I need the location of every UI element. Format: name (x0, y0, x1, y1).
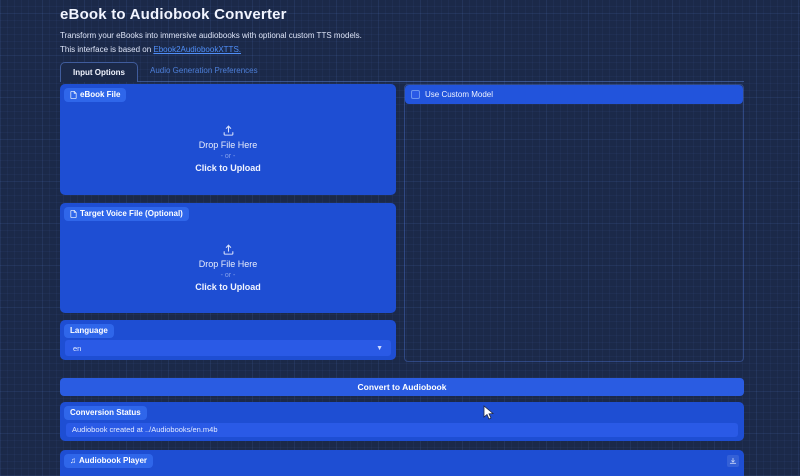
tab-content: eBook File Drop File Here - or - Click t… (60, 84, 744, 362)
file-icon (70, 210, 77, 218)
file-icon (70, 91, 77, 99)
language-panel: Language en ▼ (60, 320, 396, 360)
page-title: eBook to Audiobook Converter (60, 6, 287, 23)
credit-prefix: This interface is based on (60, 45, 153, 54)
music-note-icon: ♫ (70, 457, 76, 465)
conversion-status-value[interactable]: Audiobook created at ../Audiobooks/en.m4… (66, 423, 738, 437)
page-subtitle: Transform your eBooks into immersive aud… (60, 31, 362, 40)
drop-file-here-text: Drop File Here (199, 140, 258, 150)
voice-file-dropzone[interactable]: Drop File Here - or - Click to Upload (60, 221, 396, 313)
drop-or-text: - or - (221, 153, 236, 160)
download-button[interactable] (727, 455, 739, 467)
click-to-upload-text: Click to Upload (195, 282, 261, 292)
app-window: eBook to Audiobook Converter Transform y… (0, 0, 800, 476)
tab-bar: Input Options Audio Generation Preferenc… (60, 62, 744, 82)
use-custom-model-row[interactable]: Use Custom Model (405, 85, 743, 104)
audiobook-player-label: ♫ Audiobook Player (64, 454, 153, 468)
audiobook-player-panel: ♫ Audiobook Player (60, 450, 744, 476)
voice-file-panel: Target Voice File (Optional) Drop File H… (60, 203, 396, 313)
upload-icon (222, 243, 235, 256)
click-to-upload-text: Click to Upload (195, 163, 261, 173)
right-column: Use Custom Model (404, 84, 744, 362)
voice-file-label: Target Voice File (Optional) (64, 207, 189, 221)
use-custom-model-checkbox[interactable] (411, 90, 420, 99)
drop-file-here-text: Drop File Here (199, 259, 258, 269)
left-column: eBook File Drop File Here - or - Click t… (60, 84, 396, 362)
drop-or-text: - or - (221, 272, 236, 279)
credit-line: This interface is based on Ebook2Audiobo… (60, 45, 241, 54)
conversion-status-panel: Conversion Status Audiobook created at .… (60, 402, 744, 441)
language-value: en (73, 344, 81, 353)
download-icon (729, 457, 737, 465)
upload-icon (222, 124, 235, 137)
language-label: Language (64, 324, 114, 338)
convert-to-audiobook-button[interactable]: Convert to Audiobook (60, 378, 744, 396)
ebook-file-label: eBook File (64, 88, 126, 102)
ebook-file-panel: eBook File Drop File Here - or - Click t… (60, 84, 396, 195)
ebook-file-dropzone[interactable]: Drop File Here - or - Click to Upload (60, 102, 396, 195)
use-custom-model-label: Use Custom Model (425, 90, 493, 99)
conversion-status-label: Conversion Status (64, 406, 147, 420)
chevron-down-icon: ▼ (376, 345, 383, 352)
tab-input-options[interactable]: Input Options (60, 62, 138, 82)
language-dropdown[interactable]: en ▼ (65, 340, 391, 356)
credit-link[interactable]: Ebook2AudiobookXTTS. (153, 45, 241, 54)
tab-audio-generation-preferences[interactable]: Audio Generation Preferences (138, 61, 270, 81)
